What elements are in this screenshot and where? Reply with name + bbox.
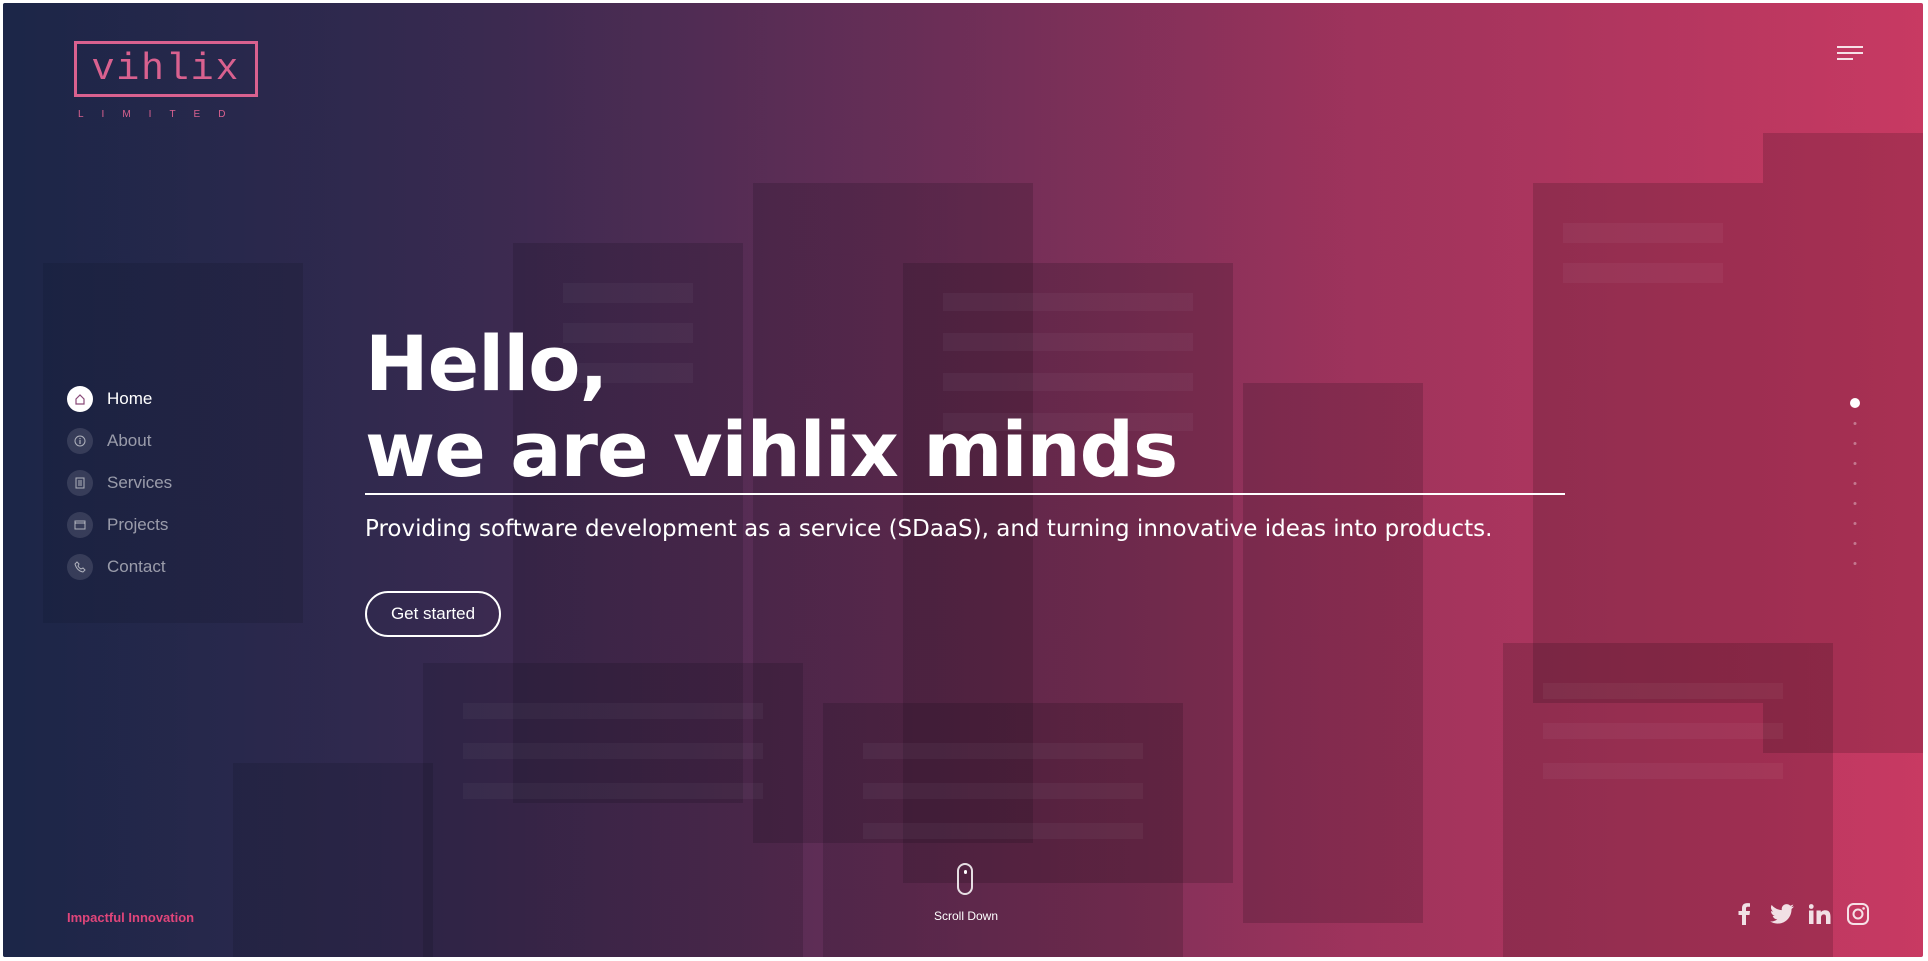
twitter-icon[interactable] bbox=[1769, 901, 1795, 927]
pagination-dot[interactable] bbox=[1853, 462, 1857, 465]
hero-subtitle: Providing software development as a serv… bbox=[365, 516, 1493, 542]
hero-heading: Hello, we are vihlix minds bbox=[365, 321, 1565, 493]
instagram-icon[interactable] bbox=[1845, 901, 1871, 927]
nav-item-contact[interactable]: Contact bbox=[67, 553, 166, 581]
pagination-dot[interactable] bbox=[1853, 422, 1857, 425]
phone-icon bbox=[67, 554, 93, 580]
linkedin-icon[interactable] bbox=[1807, 901, 1833, 927]
menu-line bbox=[1837, 52, 1863, 54]
info-icon bbox=[67, 428, 93, 454]
pagination-dot[interactable] bbox=[1853, 482, 1857, 485]
hero-divider bbox=[365, 493, 1565, 495]
section-pagination bbox=[1849, 398, 1861, 568]
mouse-wheel bbox=[964, 870, 967, 874]
menu-line bbox=[1837, 58, 1853, 60]
home-icon bbox=[67, 386, 93, 412]
nav-label: Projects bbox=[107, 515, 169, 534]
nav-label: Contact bbox=[107, 557, 166, 576]
nav-label: About bbox=[107, 431, 152, 450]
nav-item-projects[interactable]: Projects bbox=[67, 511, 168, 539]
pagination-dot[interactable] bbox=[1853, 542, 1857, 545]
hero-section: vihlix LIMITED Home About Services Proje… bbox=[3, 3, 1923, 957]
brand-logo[interactable]: vihlix LIMITED bbox=[74, 41, 264, 125]
logo-subline: LIMITED bbox=[78, 109, 244, 120]
pagination-dot[interactable] bbox=[1853, 442, 1857, 445]
get-started-button[interactable]: Get started bbox=[365, 591, 501, 637]
menu-line bbox=[1837, 46, 1863, 48]
projects-icon bbox=[67, 512, 93, 538]
nav-item-about[interactable]: About bbox=[67, 427, 151, 455]
social-links bbox=[1731, 901, 1871, 927]
nav-item-services[interactable]: Services bbox=[67, 469, 172, 497]
nav-label: Services bbox=[107, 473, 173, 492]
mouse-icon bbox=[957, 863, 973, 895]
logo-wordmark: vihlix bbox=[74, 41, 258, 97]
footer-tagline: Impactful Innovation bbox=[67, 910, 195, 925]
pagination-dot[interactable] bbox=[1853, 522, 1857, 525]
scroll-down-label: Scroll Down bbox=[933, 909, 999, 923]
scroll-down-indicator[interactable]: Scroll Down bbox=[931, 863, 1001, 927]
nav-item-home[interactable]: Home bbox=[67, 385, 152, 413]
facebook-icon[interactable] bbox=[1731, 901, 1757, 927]
hero-line-1: Hello, bbox=[365, 319, 608, 408]
menu-toggle-button[interactable] bbox=[1837, 46, 1863, 62]
services-icon bbox=[67, 470, 93, 496]
hero-line-2: we are vihlix minds bbox=[365, 405, 1178, 494]
pagination-dot[interactable] bbox=[1853, 562, 1857, 565]
pagination-dot[interactable] bbox=[1853, 502, 1857, 505]
nav-label: Home bbox=[107, 389, 153, 408]
pagination-dot[interactable] bbox=[1850, 398, 1860, 408]
